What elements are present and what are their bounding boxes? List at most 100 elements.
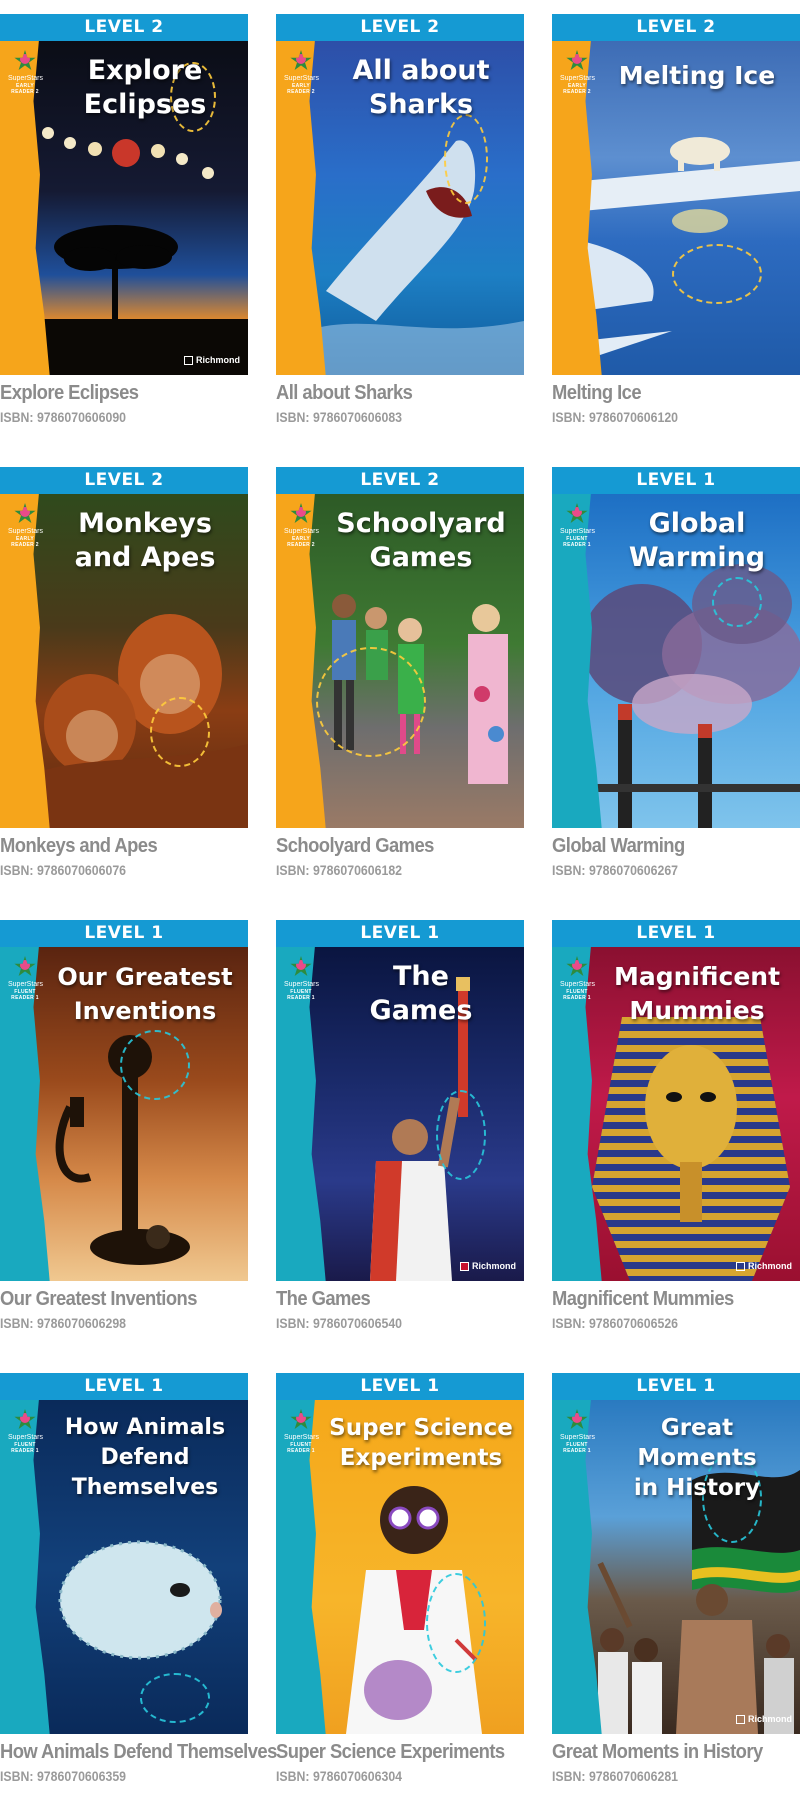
cover-title: Global Warming xyxy=(628,508,766,573)
star-icon xyxy=(566,503,588,524)
level-badge: LEVEL 1 xyxy=(276,920,524,947)
star-icon xyxy=(290,1409,312,1430)
cover-title: Melting Ice xyxy=(618,61,776,90)
cover-title: All about Sharks xyxy=(352,55,490,120)
book-cover[interactable]: LEVEL 2 SuperStars EARLY READER 2 xyxy=(552,14,800,375)
book-card-super-science-experiments[interactable]: LEVEL 1 SuperStars FLUENT READER 1 Super… xyxy=(276,1373,524,1804)
superstars-logo: SuperStars FLUENT READER 1 xyxy=(560,1409,595,1454)
book-title[interactable]: Super Science Experiments xyxy=(276,1740,505,1764)
superstars-logo: SuperStars EARLY READER 2 xyxy=(8,503,43,548)
star-icon xyxy=(566,50,588,71)
book-isbn: ISBN: 9786070606090 xyxy=(0,409,127,425)
superstars-logo: SuperStars EARLY READER 2 xyxy=(284,50,319,95)
book-title[interactable]: Explore Eclipses xyxy=(0,381,228,405)
book-card-the-games[interactable]: LEVEL 1 SuperStars FLUENT READER 1 The G… xyxy=(276,920,524,1373)
level-badge: LEVEL 1 xyxy=(276,1373,524,1400)
cover-title: Explore Eclipses xyxy=(83,55,207,120)
cover-title: Our Greatest Inventions xyxy=(57,963,233,1025)
level-badge: LEVEL 1 xyxy=(552,467,800,494)
star-icon xyxy=(566,1409,588,1430)
book-isbn: ISBN: 9786070606120 xyxy=(552,409,679,425)
cover-title: Magnificent Mummies xyxy=(613,962,781,1025)
book-cover[interactable]: LEVEL 1 SuperStars FLUENT READER 1 xyxy=(552,1373,800,1734)
book-title[interactable]: Monkeys and Apes xyxy=(0,834,228,858)
book-isbn: ISBN: 9786070606083 xyxy=(276,409,403,425)
publisher-logo: Richmond xyxy=(460,1261,516,1271)
level-badge: LEVEL 2 xyxy=(552,14,800,41)
book-isbn: ISBN: 9786070606359 xyxy=(0,1768,127,1784)
book-title[interactable]: All about Sharks xyxy=(276,381,504,405)
star-icon xyxy=(14,1409,36,1430)
book-cover[interactable]: LEVEL 1 SuperStars FLUENT READER 1 xyxy=(552,467,800,828)
book-card-explore-eclipses[interactable]: LEVEL 2 SuperStars EARLY READER 2 Explor… xyxy=(0,14,248,467)
publisher-logo: Richmond xyxy=(184,355,240,365)
book-cover[interactable]: LEVEL 1 SuperStars FLUENT READER 1 xyxy=(276,1373,524,1734)
book-card-all-about-sharks[interactable]: LEVEL 2 SuperStars EARLY READER 2 All ab… xyxy=(276,14,524,467)
superstars-logo: SuperStars FLUENT READER 1 xyxy=(284,956,319,1001)
book-card-how-animals-defend-themselves[interactable]: LEVEL 1 SuperStars FLUENT READER 1 How A… xyxy=(0,1373,277,1804)
superstars-logo: SuperStars EARLY READER 2 xyxy=(560,50,595,95)
publisher-logo: Richmond xyxy=(736,1714,792,1724)
star-icon xyxy=(14,503,36,524)
book-card-melting-ice[interactable]: LEVEL 2 SuperStars EARLY READER 2 Meltin… xyxy=(552,14,800,467)
book-title[interactable]: Melting Ice xyxy=(552,381,780,405)
level-badge: LEVEL 1 xyxy=(552,1373,800,1400)
cover-title: The Games xyxy=(369,961,473,1026)
book-isbn: ISBN: 9786070606267 xyxy=(552,862,679,878)
book-title[interactable]: Global Warming xyxy=(552,834,780,858)
book-cover[interactable]: LEVEL 2 SuperStars EARLY READER 2 All ab… xyxy=(276,14,524,375)
book-isbn: ISBN: 9786070606540 xyxy=(276,1315,403,1331)
star-icon xyxy=(290,956,312,977)
superstars-logo: SuperStars EARLY READER 2 xyxy=(8,50,43,95)
level-badge: LEVEL 1 xyxy=(0,1373,248,1400)
book-card-monkeys-and-apes[interactable]: LEVEL 2 SuperStars EARLY READER 2 Monkey… xyxy=(0,467,248,920)
book-isbn: ISBN: 9786070606298 xyxy=(0,1315,127,1331)
book-title[interactable]: Schoolyard Games xyxy=(276,834,504,858)
star-icon xyxy=(14,50,36,71)
book-card-great-moments-in-history[interactable]: LEVEL 1 SuperStars FLUENT READER 1 Great… xyxy=(552,1373,800,1804)
level-badge: LEVEL 2 xyxy=(276,467,524,494)
book-title[interactable]: Great Moments in History xyxy=(552,1740,780,1764)
book-cover[interactable]: LEVEL 2 SuperStars EARLY READER 2 School… xyxy=(276,467,524,828)
book-card-magnificent-mummies[interactable]: LEVEL 1 SuperStars FLUENT READER 1 Magni… xyxy=(552,920,800,1373)
book-title[interactable]: The Games xyxy=(276,1287,504,1311)
book-title[interactable]: Magnificent Mummies xyxy=(552,1287,780,1311)
star-icon xyxy=(566,956,588,977)
level-badge: LEVEL 1 xyxy=(552,920,800,947)
superstars-logo: SuperStars FLUENT READER 1 xyxy=(560,956,595,1001)
book-isbn: ISBN: 9786070606281 xyxy=(552,1768,679,1784)
level-badge: LEVEL 2 xyxy=(0,14,248,41)
book-cover[interactable]: LEVEL 1 SuperStars FLUENT READER 1 xyxy=(0,920,248,1281)
book-title[interactable]: How Animals Defend Themselves xyxy=(0,1740,277,1764)
superstars-logo: SuperStars EARLY READER 2 xyxy=(284,503,319,548)
star-icon xyxy=(14,956,36,977)
publisher-logo: Richmond xyxy=(736,1261,792,1271)
level-badge: LEVEL 2 xyxy=(276,14,524,41)
book-card-schoolyard-games[interactable]: LEVEL 2 SuperStars EARLY READER 2 School… xyxy=(276,467,524,920)
book-cover[interactable]: LEVEL 2 SuperStars EARLY READER 2 xyxy=(0,14,248,375)
book-title[interactable]: Our Greatest Inventions xyxy=(0,1287,228,1311)
superstars-logo: SuperStars FLUENT READER 1 xyxy=(8,1409,43,1454)
superstars-logo: SuperStars FLUENT READER 1 xyxy=(8,956,43,1001)
book-isbn: ISBN: 9786070606304 xyxy=(276,1768,403,1784)
superstars-logo: SuperStars FLUENT READER 1 xyxy=(560,503,595,548)
book-cover[interactable]: LEVEL 1 SuperStars FLUENT READER 1 xyxy=(552,920,800,1281)
book-cover[interactable]: LEVEL 1 SuperStars FLUENT READER 1 How A… xyxy=(0,1373,248,1734)
superstars-logo: SuperStars FLUENT READER 1 xyxy=(284,1409,319,1454)
book-isbn: ISBN: 9786070606526 xyxy=(552,1315,679,1331)
cover-title: Great Moments in History xyxy=(633,1415,761,1501)
book-card-our-greatest-inventions[interactable]: LEVEL 1 SuperStars FLUENT READER 1 Our G… xyxy=(0,920,248,1373)
star-icon xyxy=(290,503,312,524)
book-cover[interactable]: LEVEL 1 SuperStars FLUENT READER 1 xyxy=(276,920,524,1281)
book-cover[interactable]: LEVEL 2 SuperStars EARLY READER 2 Monkey… xyxy=(0,467,248,828)
book-card-global-warming[interactable]: LEVEL 1 SuperStars FLUENT READER 1 Globa… xyxy=(552,467,800,920)
level-badge: LEVEL 2 xyxy=(0,467,248,494)
level-badge: LEVEL 1 xyxy=(0,920,248,947)
cover-title: How Animals Defend Themselves xyxy=(64,1415,226,1500)
cover-title: Monkeys and Apes xyxy=(74,508,216,573)
book-grid: LEVEL 2 SuperStars EARLY READER 2 Explor… xyxy=(0,14,800,1804)
cover-title: Schoolyard Games xyxy=(336,508,506,573)
cover-title: Super Science Experiments xyxy=(329,1415,513,1471)
book-isbn: ISBN: 9786070606182 xyxy=(276,862,403,878)
book-isbn: ISBN: 9786070606076 xyxy=(0,862,127,878)
